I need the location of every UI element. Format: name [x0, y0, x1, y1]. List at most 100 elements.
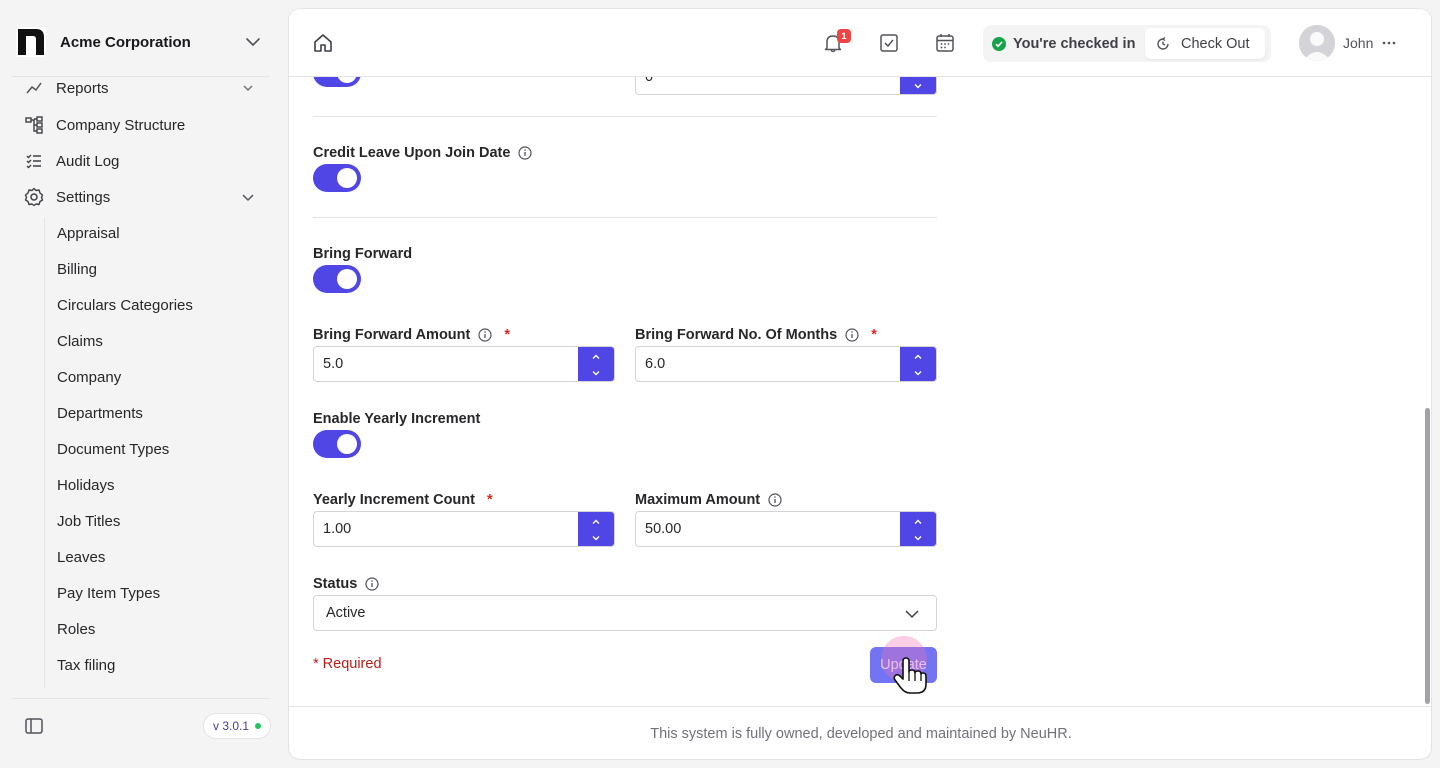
subnav-item-pay-item-types[interactable]: Pay Item Types — [57, 575, 160, 611]
info-icon[interactable] — [768, 493, 782, 507]
subnav-item-claims[interactable]: Claims — [57, 323, 103, 359]
sidebar-item-reports[interactable]: Reports — [12, 70, 270, 106]
chevron-down-icon[interactable] — [912, 532, 924, 544]
hierarchy-icon — [24, 115, 44, 135]
info-icon[interactable] — [518, 146, 533, 160]
label-text: Yearly Increment Count — [313, 492, 475, 508]
version-badge: v 3.0.1 — [203, 713, 272, 739]
chevron-down-icon — [242, 194, 254, 202]
check-out-label: Check Out — [1181, 35, 1250, 52]
subnav-guide — [44, 218, 45, 688]
sidebar-toggle-icon[interactable] — [24, 716, 44, 736]
calendar-icon[interactable] — [934, 32, 956, 54]
yearly-count-label: Yearly Increment Count * — [313, 492, 493, 508]
label-text: Maximum Amount — [635, 492, 761, 508]
bf-months-input[interactable]: 6.0 — [635, 346, 937, 382]
toggle-knob — [337, 77, 357, 83]
info-icon[interactable] — [845, 328, 859, 342]
section-divider — [313, 217, 937, 218]
number-stepper[interactable] — [900, 512, 936, 546]
more-dots-icon[interactable] — [1381, 35, 1397, 51]
sidebar-nav: Reports Company Structure Audit Log Sett… — [12, 70, 270, 696]
number-stepper[interactable] — [900, 77, 936, 94]
label-text: Credit Leave Upon Join Date — [313, 145, 511, 161]
subnav-item-departments[interactable]: Departments — [57, 395, 143, 431]
toggle-knob — [337, 269, 357, 289]
subnav-item-job-titles[interactable]: Job Titles — [57, 503, 120, 539]
checkin-status-text: You're checked in — [1013, 35, 1136, 52]
checkin-status: You're checked in — [983, 36, 1135, 52]
avatar — [1299, 25, 1335, 61]
status-select[interactable]: Active — [313, 595, 937, 631]
number-stepper[interactable] — [900, 347, 936, 381]
yearly-increment-label: Enable Yearly Increment — [313, 411, 480, 427]
credit-leave-label: Credit Leave Upon Join Date — [313, 145, 533, 161]
subnav-item-leaves[interactable]: Leaves — [57, 539, 105, 575]
bf-months-label: Bring Forward No. Of Months * — [635, 327, 877, 343]
label-text: Bring Forward Amount — [313, 327, 471, 343]
sidebar-item-company-structure[interactable]: Company Structure — [12, 107, 270, 143]
bring-forward-toggle[interactable] — [313, 265, 361, 293]
org-name: Acme Corporation — [60, 33, 191, 51]
home-icon[interactable] — [312, 32, 334, 54]
chevron-up-icon[interactable] — [590, 516, 602, 528]
subnav-item-roles[interactable]: Roles — [57, 611, 95, 647]
gear-icon — [24, 187, 44, 207]
chevron-down-icon — [905, 610, 919, 619]
input-value: 1.00 — [323, 521, 352, 537]
number-input-partial[interactable]: 0 — [635, 77, 937, 95]
toggle-knob — [337, 168, 357, 188]
check-out-button[interactable]: Check Out — [1145, 28, 1265, 59]
sidebar-item-label: Company Structure — [56, 116, 186, 134]
bf-amount-input[interactable]: 5.0 — [313, 346, 615, 382]
subnav-item-circulars-categories[interactable]: Circulars Categories — [57, 287, 193, 323]
user-menu[interactable]: John — [1299, 24, 1397, 62]
bf-amount-label: Bring Forward Amount * — [313, 327, 510, 343]
sidebar-item-settings[interactable]: Settings — [12, 179, 270, 215]
subnav-item-company[interactable]: Company — [57, 359, 121, 395]
scrollbar-thumb[interactable] — [1425, 408, 1430, 704]
bring-forward-label: Bring Forward — [313, 246, 412, 262]
yearly-increment-toggle[interactable] — [313, 430, 361, 458]
sidebar: Acme Corporation Reports Company Structu… — [0, 0, 280, 768]
subnav-item-document-types[interactable]: Document Types — [57, 431, 169, 467]
chevron-down-icon[interactable] — [590, 367, 602, 379]
max-amount-input[interactable]: 50.00 — [635, 511, 937, 547]
chevron-up-icon[interactable] — [912, 516, 924, 528]
subnav-item-holidays[interactable]: Holidays — [57, 467, 115, 503]
sidebar-item-audit-log[interactable]: Audit Log — [12, 143, 270, 179]
section-divider — [313, 116, 937, 117]
input-value: 0 — [645, 77, 654, 85]
subnav-item-tax-filing[interactable]: Tax filing — [57, 647, 115, 683]
required-note: * Required — [313, 656, 382, 672]
required-asterisk: * — [504, 327, 510, 343]
chevron-down-icon[interactable] — [590, 532, 602, 544]
org-switcher[interactable]: Acme Corporation — [12, 14, 270, 70]
subnav-item-billing[interactable]: Billing — [57, 251, 97, 287]
info-icon[interactable] — [478, 328, 492, 342]
reports-icon — [24, 78, 44, 98]
main-panel: 1 You're checked in Check Out John 0 Cre… — [288, 8, 1432, 760]
number-stepper[interactable] — [578, 347, 614, 381]
task-check-icon[interactable] — [878, 32, 900, 54]
yearly-count-input[interactable]: 1.00 — [313, 511, 615, 547]
toggle-knob — [337, 434, 357, 454]
input-value: 6.0 — [645, 356, 666, 372]
info-icon[interactable] — [365, 577, 379, 591]
chevron-down-icon — [243, 85, 253, 92]
scrollbar[interactable] — [1422, 77, 1431, 706]
chevron-down-icon[interactable] — [912, 367, 924, 379]
label-text: Bring Forward — [313, 246, 413, 262]
sidebar-item-label: Reports — [56, 79, 109, 97]
number-stepper[interactable] — [578, 512, 614, 546]
chevron-up-icon[interactable] — [590, 351, 602, 363]
input-value: 5.0 — [323, 356, 344, 372]
chevron-down-icon[interactable] — [912, 80, 924, 92]
subnav-item-appraisal[interactable]: Appraisal — [57, 215, 120, 251]
logo-icon — [16, 27, 46, 57]
chevron-up-icon[interactable] — [912, 351, 924, 363]
label-text: Enable Yearly Increment — [313, 411, 481, 427]
credit-leave-toggle[interactable] — [313, 164, 361, 192]
toggle-switch[interactable] — [313, 77, 361, 87]
required-asterisk: * — [871, 327, 877, 343]
